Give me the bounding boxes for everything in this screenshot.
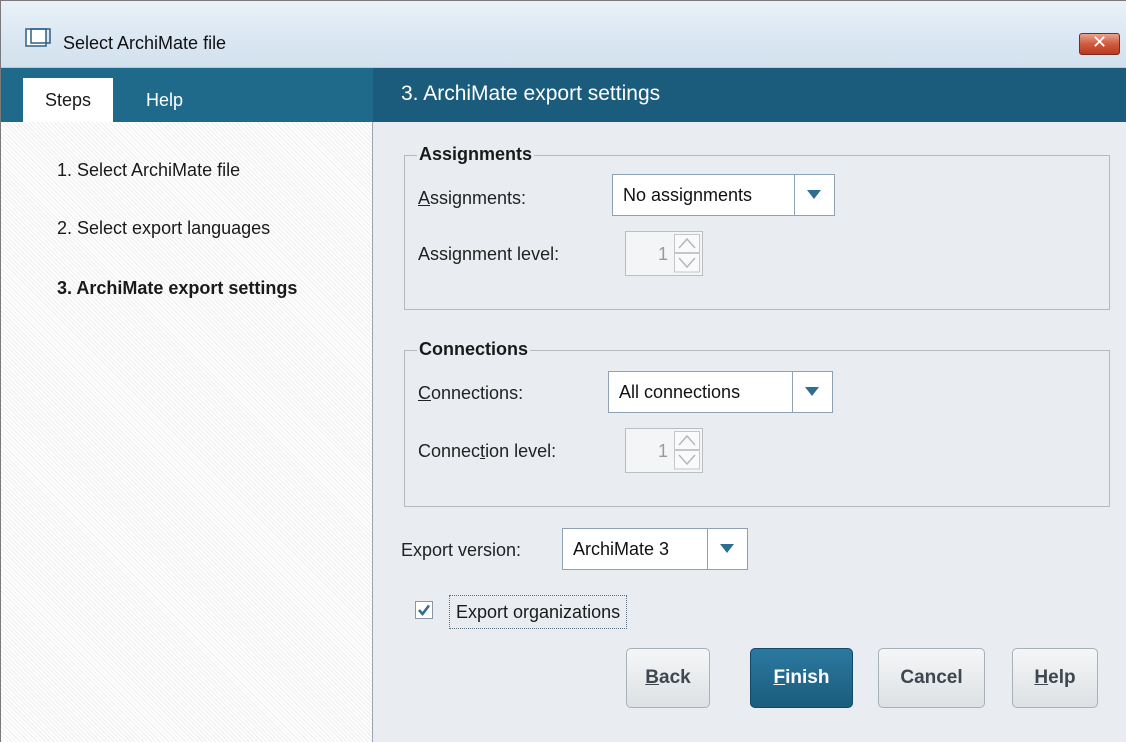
window-icon bbox=[25, 28, 51, 47]
assignment-level-label: Assignment level: bbox=[418, 244, 560, 264]
chevron-down-icon bbox=[720, 544, 734, 553]
page-title: 3. ArchiMate export settings bbox=[401, 82, 661, 105]
export-version-value: ArchiMate 3 bbox=[573, 539, 670, 559]
connection-level-spinner[interactable]: 1 bbox=[625, 428, 703, 473]
window-title: Select ArchiMate file bbox=[63, 33, 227, 53]
chevron-down-icon bbox=[807, 190, 821, 199]
chevron-down-icon bbox=[805, 387, 819, 396]
export-version-label: Export version: bbox=[401, 540, 522, 560]
step-select-file[interactable]: 1. Select ArchiMate file bbox=[57, 160, 240, 181]
export-organizations-label[interactable]: Export organizations bbox=[449, 595, 628, 629]
assignments-value: No assignments bbox=[623, 185, 753, 205]
finish-button[interactable]: Finish bbox=[750, 648, 853, 708]
close-icon: ✕ bbox=[1091, 32, 1108, 52]
export-version-dropdown-button[interactable] bbox=[707, 529, 747, 569]
checkmark-icon bbox=[418, 604, 431, 617]
connections-value: All connections bbox=[619, 382, 741, 402]
assignments-group-title: Assignments bbox=[417, 144, 535, 165]
tab-steps[interactable]: Steps bbox=[23, 78, 114, 122]
spinner-arrows-icon[interactable] bbox=[674, 431, 700, 470]
connection-level-value: 1 bbox=[657, 441, 668, 461]
spinner-arrows-icon[interactable] bbox=[674, 234, 700, 273]
assignments-group: Assignments Assignments: No assignments … bbox=[404, 144, 1110, 310]
steps-pane: Steps Help 1. Select ArchiMate file 2. S… bbox=[1, 68, 373, 742]
assignment-level-value: 1 bbox=[657, 244, 668, 264]
page-header: 3. ArchiMate export settings bbox=[373, 68, 1126, 122]
connection-level-label: Connection level: bbox=[418, 441, 557, 461]
tab-help[interactable]: Help bbox=[123, 78, 206, 122]
step-export-settings[interactable]: 3. ArchiMate export settings bbox=[57, 278, 297, 299]
step-select-languages[interactable]: 2. Select export languages bbox=[57, 218, 270, 239]
connections-group: Connections Connections: All connections… bbox=[404, 339, 1110, 507]
assignments-dropdown-button[interactable] bbox=[794, 175, 834, 215]
close-button[interactable]: ✕ bbox=[1079, 32, 1120, 55]
back-button[interactable]: Back bbox=[626, 648, 710, 708]
connections-combo[interactable]: All connections bbox=[608, 371, 833, 413]
connections-label: Connections: bbox=[418, 383, 524, 403]
left-tab-bar: Steps Help bbox=[1, 68, 373, 122]
help-button[interactable]: Help bbox=[1012, 648, 1098, 708]
title-bar: Select ArchiMate file ✕ bbox=[1, 1, 1126, 68]
export-version-combo[interactable]: ArchiMate 3 bbox=[562, 528, 748, 570]
assignments-combo[interactable]: No assignments bbox=[612, 174, 835, 216]
assignment-level-spinner[interactable]: 1 bbox=[625, 231, 703, 276]
assignments-label: Assignments: bbox=[418, 188, 527, 208]
connections-dropdown-button[interactable] bbox=[792, 372, 832, 412]
connections-group-title: Connections bbox=[417, 339, 531, 360]
export-organizations-checkbox[interactable] bbox=[415, 601, 433, 619]
dialog-window: Select ArchiMate file ✕ Steps Help 1. Se… bbox=[0, 0, 1126, 742]
cancel-button[interactable]: Cancel bbox=[878, 648, 985, 708]
